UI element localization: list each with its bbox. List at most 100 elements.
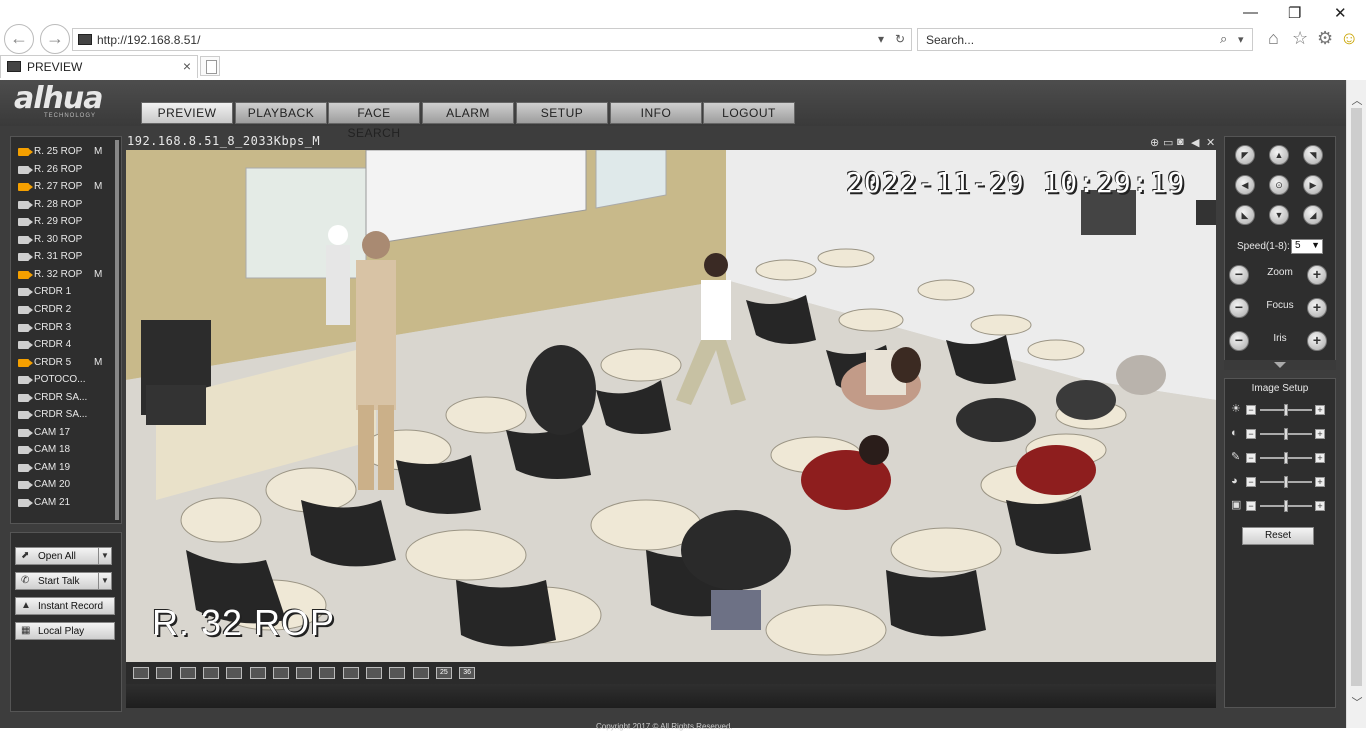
camera-list-item[interactable]: R. 26 ROP xyxy=(17,163,115,179)
back-button[interactable]: ← xyxy=(4,24,34,54)
layout-button[interactable]: 36 xyxy=(459,667,476,679)
camera-list-item[interactable]: CAM 21 xyxy=(17,496,115,512)
window-close-icon[interactable]: ✕ xyxy=(1334,4,1347,22)
gamma-plus-button[interactable]: + xyxy=(1315,501,1325,511)
hue-minus-button[interactable]: − xyxy=(1246,477,1256,487)
camera-list-item[interactable]: R. 25 ROP M xyxy=(17,145,115,161)
ptz-collapse-toggle[interactable] xyxy=(1224,360,1336,370)
layout-button[interactable] xyxy=(133,667,149,679)
hue-slider[interactable]: ◕ − + xyxy=(1229,475,1333,489)
camera-list-item[interactable]: CAM 17 xyxy=(17,426,115,442)
slider-thumb[interactable] xyxy=(1284,428,1288,440)
camera-list-item[interactable]: R. 27 ROP M xyxy=(17,180,115,196)
gamma-minus-button[interactable]: − xyxy=(1246,501,1256,511)
tab-playback[interactable]: PLAYBACK xyxy=(235,102,327,124)
restore-icon[interactable]: ❐ xyxy=(1288,4,1301,22)
layout-button[interactable] xyxy=(226,667,243,679)
ptz-auto-pan-button[interactable]: ⊙ xyxy=(1269,175,1289,195)
contrast-slider[interactable]: ◐ − + xyxy=(1229,427,1333,441)
brightness-minus-button[interactable]: − xyxy=(1246,405,1256,415)
contrast-plus-button[interactable]: + xyxy=(1315,429,1325,439)
scrollbar-thumb[interactable] xyxy=(1351,108,1362,686)
layout-button[interactable] xyxy=(249,667,266,679)
slider-thumb[interactable] xyxy=(1284,404,1288,416)
ptz-down-left-button[interactable]: ◣ xyxy=(1235,205,1255,225)
zoom-out-button[interactable]: − xyxy=(1229,265,1249,285)
camera-list-item[interactable]: CAM 20 xyxy=(17,478,115,494)
contrast-minus-button[interactable]: − xyxy=(1246,429,1256,439)
search-dropdown-icon[interactable]: ▾ xyxy=(1238,33,1244,46)
camera-list-item[interactable]: R. 30 ROP xyxy=(17,233,115,249)
ptz-right-button[interactable]: ▶ xyxy=(1303,175,1323,195)
saturation-minus-button[interactable]: − xyxy=(1246,453,1256,463)
tab-face-search[interactable]: FACE SEARCH xyxy=(328,102,420,140)
layout-button[interactable] xyxy=(156,667,173,679)
favorites-star-icon[interactable]: ☆ xyxy=(1292,28,1308,49)
tab-setup[interactable]: SETUP xyxy=(516,102,608,124)
fullscreen-icon[interactable]: ▭ xyxy=(1163,136,1173,149)
camera-list-item[interactable]: CRDR SA... xyxy=(17,408,115,424)
layout-button[interactable] xyxy=(389,667,406,679)
local-play-button[interactable]: ▦ Local Play xyxy=(15,622,115,640)
layout-button[interactable] xyxy=(179,667,196,679)
saturation-slider[interactable]: ✎ − + xyxy=(1229,451,1333,465)
brightness-slider[interactable]: ☀ − + xyxy=(1229,403,1333,417)
camera-list-item[interactable]: R. 31 ROP xyxy=(17,250,115,266)
audio-icon[interactable]: ◀ xyxy=(1191,136,1199,149)
zoom-icon[interactable]: ⊕ xyxy=(1150,136,1159,149)
camera-list-item[interactable]: POTOCO... xyxy=(17,373,115,389)
tab-close-icon[interactable]: × xyxy=(183,58,191,74)
camera-list-item[interactable]: R. 28 ROP xyxy=(17,198,115,214)
camera-list-scrollbar[interactable] xyxy=(115,140,119,520)
camera-list-item[interactable]: CRDR 3 xyxy=(17,321,115,337)
home-icon[interactable]: ⌂ xyxy=(1268,28,1279,49)
ptz-up-left-button[interactable]: ◤ xyxy=(1235,145,1255,165)
tab-alarm[interactable]: ALARM xyxy=(422,102,514,124)
search-icon[interactable]: ⌕ xyxy=(1220,31,1227,47)
saturation-plus-button[interactable]: + xyxy=(1315,453,1325,463)
ptz-up-button[interactable]: ▲ xyxy=(1269,145,1289,165)
search-input[interactable]: Search... ⌕ ▾ xyxy=(917,28,1253,51)
ptz-up-right-button[interactable]: ◥ xyxy=(1303,145,1323,165)
scroll-up-icon[interactable]: ︿ xyxy=(1350,92,1364,108)
layout-button[interactable] xyxy=(319,667,336,679)
reset-button[interactable]: Reset xyxy=(1242,527,1314,545)
focus-minus-button[interactable]: − xyxy=(1229,298,1249,318)
focus-plus-button[interactable]: + xyxy=(1307,298,1327,318)
layout-button[interactable]: 25 xyxy=(435,667,452,679)
camera-list-item[interactable]: CRDR 1 xyxy=(17,285,115,301)
address-dropdown-icon[interactable]: ▾ xyxy=(878,32,884,46)
address-bar[interactable]: http://192.168.8.51/ ▾ ↻ xyxy=(72,28,912,51)
open-all-button[interactable]: ⬈ Open All xyxy=(15,547,99,565)
camera-list-item[interactable]: CRDR SA... xyxy=(17,391,115,407)
instant-record-button[interactable]: ▲ Instant Record xyxy=(15,597,115,615)
snapshot-icon[interactable]: ◙ xyxy=(1177,136,1184,148)
tab-info[interactable]: INFO xyxy=(610,102,702,124)
iris-plus-button[interactable]: + xyxy=(1307,331,1327,351)
ptz-down-right-button[interactable]: ◢ xyxy=(1303,205,1323,225)
open-all-dropdown[interactable]: ▼ xyxy=(98,547,112,565)
forward-button[interactable]: → xyxy=(40,24,70,54)
video-player[interactable]: 2022-11-29 10:29:19 R. 32 ROP xyxy=(126,150,1216,662)
tab-preview[interactable]: PREVIEW × xyxy=(0,55,198,78)
slider-thumb[interactable] xyxy=(1284,476,1288,488)
start-talk-button[interactable]: ✆ Start Talk xyxy=(15,572,99,590)
slider-thumb[interactable] xyxy=(1284,452,1288,464)
layout-button[interactable] xyxy=(412,667,429,679)
camera-list-item[interactable]: CRDR 5 M xyxy=(17,356,115,372)
start-talk-dropdown[interactable]: ▼ xyxy=(98,572,112,590)
camera-list-item[interactable]: CRDR 2 xyxy=(17,303,115,319)
feedback-smiley-icon[interactable]: ☺ xyxy=(1340,28,1358,49)
camera-list-item[interactable]: R. 32 ROP M xyxy=(17,268,115,284)
hue-plus-button[interactable]: + xyxy=(1315,477,1325,487)
ptz-left-button[interactable]: ◀ xyxy=(1235,175,1255,195)
layout-button[interactable] xyxy=(366,667,382,679)
layout-button[interactable] xyxy=(296,667,313,679)
refresh-icon[interactable]: ↻ xyxy=(895,32,905,46)
tab-logout[interactable]: LOGOUT xyxy=(703,102,795,124)
layout-button[interactable] xyxy=(272,667,289,679)
zoom-in-button[interactable]: + xyxy=(1307,265,1327,285)
ptz-down-button[interactable]: ▼ xyxy=(1269,205,1289,225)
scroll-down-icon[interactable]: ﹀ xyxy=(1350,694,1364,710)
camera-list-item[interactable]: CAM 19 xyxy=(17,461,115,477)
